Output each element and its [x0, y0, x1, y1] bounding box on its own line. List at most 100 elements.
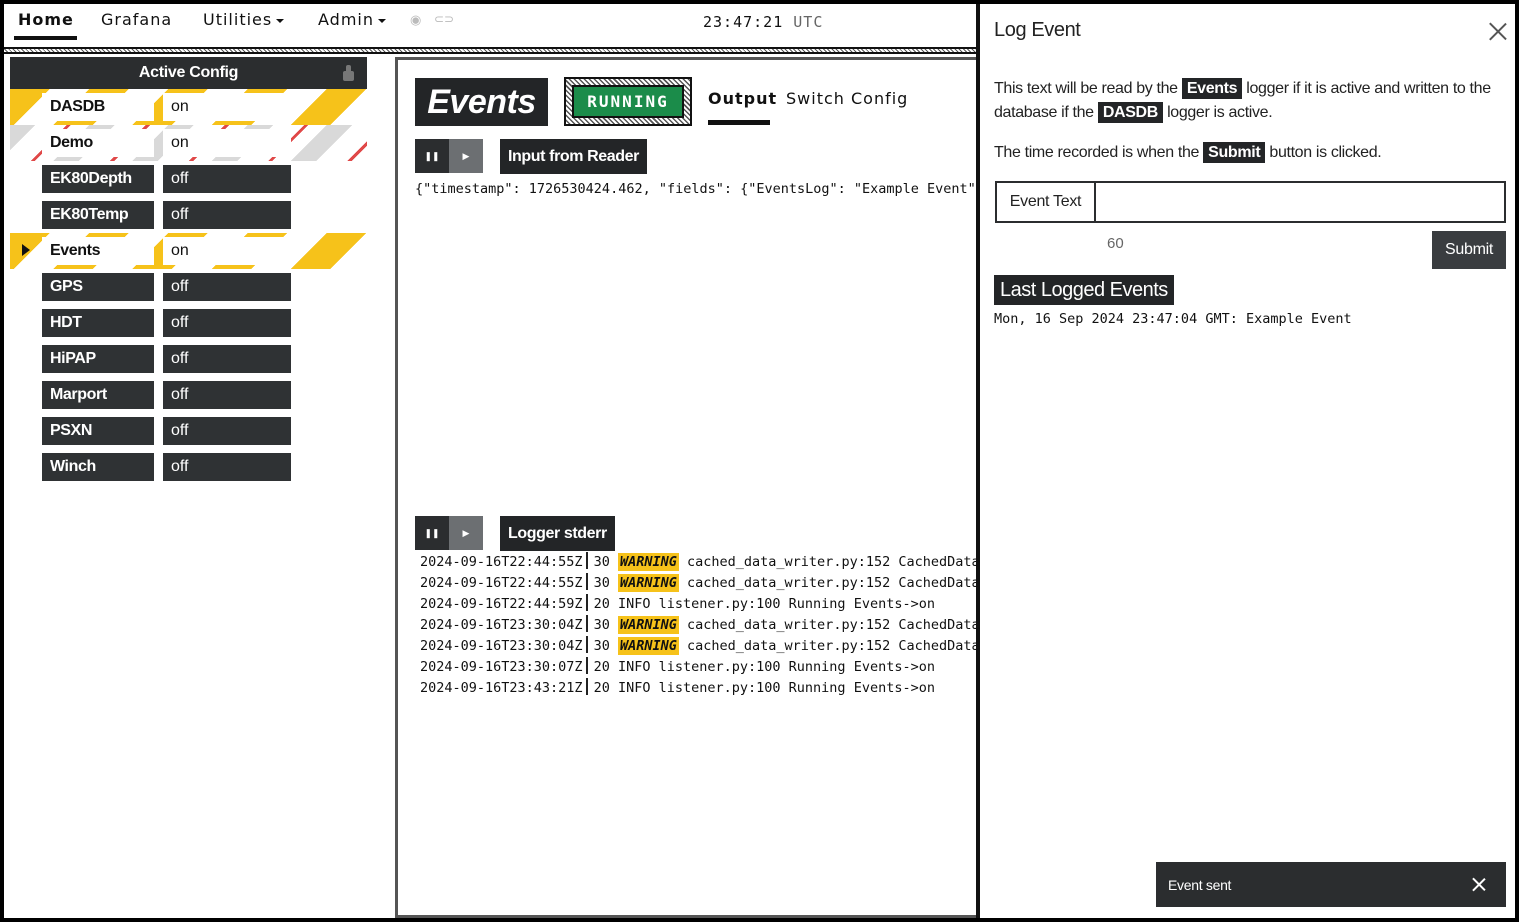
log-separator — [585, 678, 588, 695]
nav-utilities-label: Utilities — [203, 10, 273, 29]
event-text-group: Event Text — [995, 181, 1506, 223]
logger-row-hdt[interactable]: HDT off — [10, 305, 367, 341]
logger-name[interactable]: DASDB — [42, 93, 154, 121]
logger-name[interactable]: Events — [42, 237, 154, 265]
nav-grafana[interactable]: Grafana — [101, 10, 172, 29]
nav-home[interactable]: Home — [18, 10, 74, 29]
log-message: listener.py:100 Running Events->on — [658, 680, 935, 696]
utc-clock: 23:47:21 UTC — [703, 13, 823, 31]
stderr-section-label: Logger stderr — [500, 516, 615, 551]
logger-name[interactable]: Winch — [42, 453, 154, 481]
log-time: 2024-09-16T22:44:59Z — [420, 596, 583, 612]
dasdb-tag: DASDB — [1097, 102, 1163, 123]
log-message: cached_data_writer.py:152 CachedDataWrit… — [687, 554, 976, 570]
clock-time: 23:47:21 — [703, 13, 784, 31]
logger-state[interactable]: off — [163, 309, 291, 337]
log-separator — [585, 552, 588, 569]
browser-frame: Home Grafana Utilities Admin ◉ ⊂⊃ 23:47:… — [4, 4, 1515, 918]
logger-row-hipap[interactable]: HiPAP off — [10, 341, 367, 377]
logger-row-ek80depth[interactable]: EK80Depth off — [10, 161, 367, 197]
reader-play-button[interactable]: ▶ — [449, 139, 483, 173]
logger-name[interactable]: Demo — [42, 129, 154, 157]
log-level-name: INFO — [617, 680, 651, 696]
logger-state[interactable]: off — [163, 381, 291, 409]
logger-state[interactable]: off — [163, 165, 291, 193]
pause-icon: ❚❚ — [424, 150, 440, 161]
logger-row-ek80temp[interactable]: EK80Temp off — [10, 197, 367, 233]
logger-state[interactable]: on — [163, 93, 291, 121]
stderr-line: 2024-09-16T23:30:04Z 30 WARNING cached_da… — [420, 636, 976, 657]
log-message: cached_data_writer.py:152 CachedDataWrit… — [687, 617, 976, 633]
log-level-name: WARNING — [617, 637, 679, 655]
nav-utilities[interactable]: Utilities — [203, 10, 285, 29]
log-time: 2024-09-16T22:44:55Z — [420, 575, 583, 591]
tab-switch-config[interactable]: Switch Config — [786, 89, 908, 108]
log-time: 2024-09-16T23:30:04Z — [420, 638, 583, 654]
logger-row-gps[interactable]: GPS off — [10, 269, 367, 305]
active-config-title: Active Config — [138, 64, 239, 81]
event-text-input[interactable] — [1096, 183, 1504, 221]
navbar-divider — [4, 47, 976, 54]
logger-name[interactable]: EK80Temp — [42, 201, 154, 229]
logger-row-marport[interactable]: Marport off — [10, 377, 367, 413]
thumbs-up-icon[interactable] — [341, 65, 355, 81]
close-icon[interactable] — [1489, 22, 1507, 40]
submit-tag: Submit — [1203, 142, 1266, 163]
logger-state[interactable]: on — [163, 129, 291, 157]
log-time: 2024-09-16T23:43:21Z — [420, 680, 583, 696]
tab-output[interactable]: Output — [708, 89, 777, 108]
logger-state[interactable]: off — [163, 201, 291, 229]
log-message: cached_data_writer.py:152 CachedDataWrit… — [687, 575, 976, 591]
toggle-icon[interactable]: ⊂⊃ — [434, 12, 454, 26]
toast-text: Event sent — [1168, 877, 1232, 893]
log-level-name: INFO — [617, 659, 651, 675]
note-text-2: button is clicked. — [1265, 144, 1382, 161]
logger-name[interactable]: EK80Depth — [42, 165, 154, 193]
logger-name[interactable]: HDT — [42, 309, 154, 337]
log-event-panel: Log Event This text will be read by the … — [980, 4, 1515, 918]
logger-state[interactable]: off — [163, 273, 291, 301]
logger-row-dasdb[interactable]: DASDB on — [10, 89, 367, 125]
submit-button[interactable]: Submit — [1432, 231, 1506, 269]
last-logged-title: Last Logged Events — [994, 275, 1174, 305]
log-level-number: 20 — [593, 680, 610, 696]
logger-detail-panel: Events RUNNING Output Switch Config ❚❚ ▶… — [395, 57, 976, 918]
logger-row-events[interactable]: Events on — [10, 233, 367, 269]
logger-row-psxn[interactable]: PSXN off — [10, 413, 367, 449]
reader-output-line: {"timestamp": 1726530424.462, "fields": … — [415, 181, 976, 197]
event-text-label: Event Text — [997, 183, 1096, 221]
log-separator — [585, 657, 588, 674]
nav-admin-label: Admin — [318, 10, 374, 29]
log-level-name: WARNING — [617, 553, 679, 571]
stderr-pause-button[interactable]: ❚❚ — [415, 516, 449, 550]
close-icon[interactable] — [1472, 878, 1485, 891]
stderr-line: 2024-09-16T22:44:55Z 30 WARNING cached_da… — [420, 573, 976, 594]
stderr-line: 2024-09-16T22:44:55Z 30 WARNING cached_da… — [420, 552, 976, 573]
logger-state[interactable]: off — [163, 417, 291, 445]
log-level-number: 30 — [593, 617, 610, 633]
nav-admin[interactable]: Admin — [318, 10, 386, 29]
logger-row-winch[interactable]: Winch off — [10, 449, 367, 485]
stderr-play-button[interactable]: ▶ — [449, 516, 483, 550]
events-tag: Events — [1181, 78, 1243, 99]
logger-name[interactable]: Marport — [42, 381, 154, 409]
logger-row-demo[interactable]: Demo on — [10, 125, 367, 161]
nav-active-underline — [14, 36, 77, 40]
log-separator — [585, 573, 588, 590]
chevron-down-icon — [276, 18, 285, 23]
log-separator — [585, 594, 588, 611]
reader-pause-button[interactable]: ❚❚ — [415, 139, 449, 173]
stderr-log: 2024-09-16T22:44:55Z 30 WARNING cached_da… — [420, 552, 976, 699]
caret-right-icon — [22, 244, 30, 256]
palette-icon[interactable]: ◉ — [410, 12, 421, 28]
logger-name[interactable]: GPS — [42, 273, 154, 301]
logger-name[interactable]: PSXN — [42, 417, 154, 445]
logger-state[interactable]: off — [163, 345, 291, 373]
logger-state[interactable]: on — [163, 237, 291, 265]
reader-section-label: Input from Reader — [500, 139, 647, 174]
logger-state[interactable]: off — [163, 453, 291, 481]
modal-title: Log Event — [994, 19, 1081, 41]
log-level-number: 30 — [593, 638, 610, 654]
tab-active-underline — [708, 120, 770, 125]
logger-name[interactable]: HiPAP — [42, 345, 154, 373]
